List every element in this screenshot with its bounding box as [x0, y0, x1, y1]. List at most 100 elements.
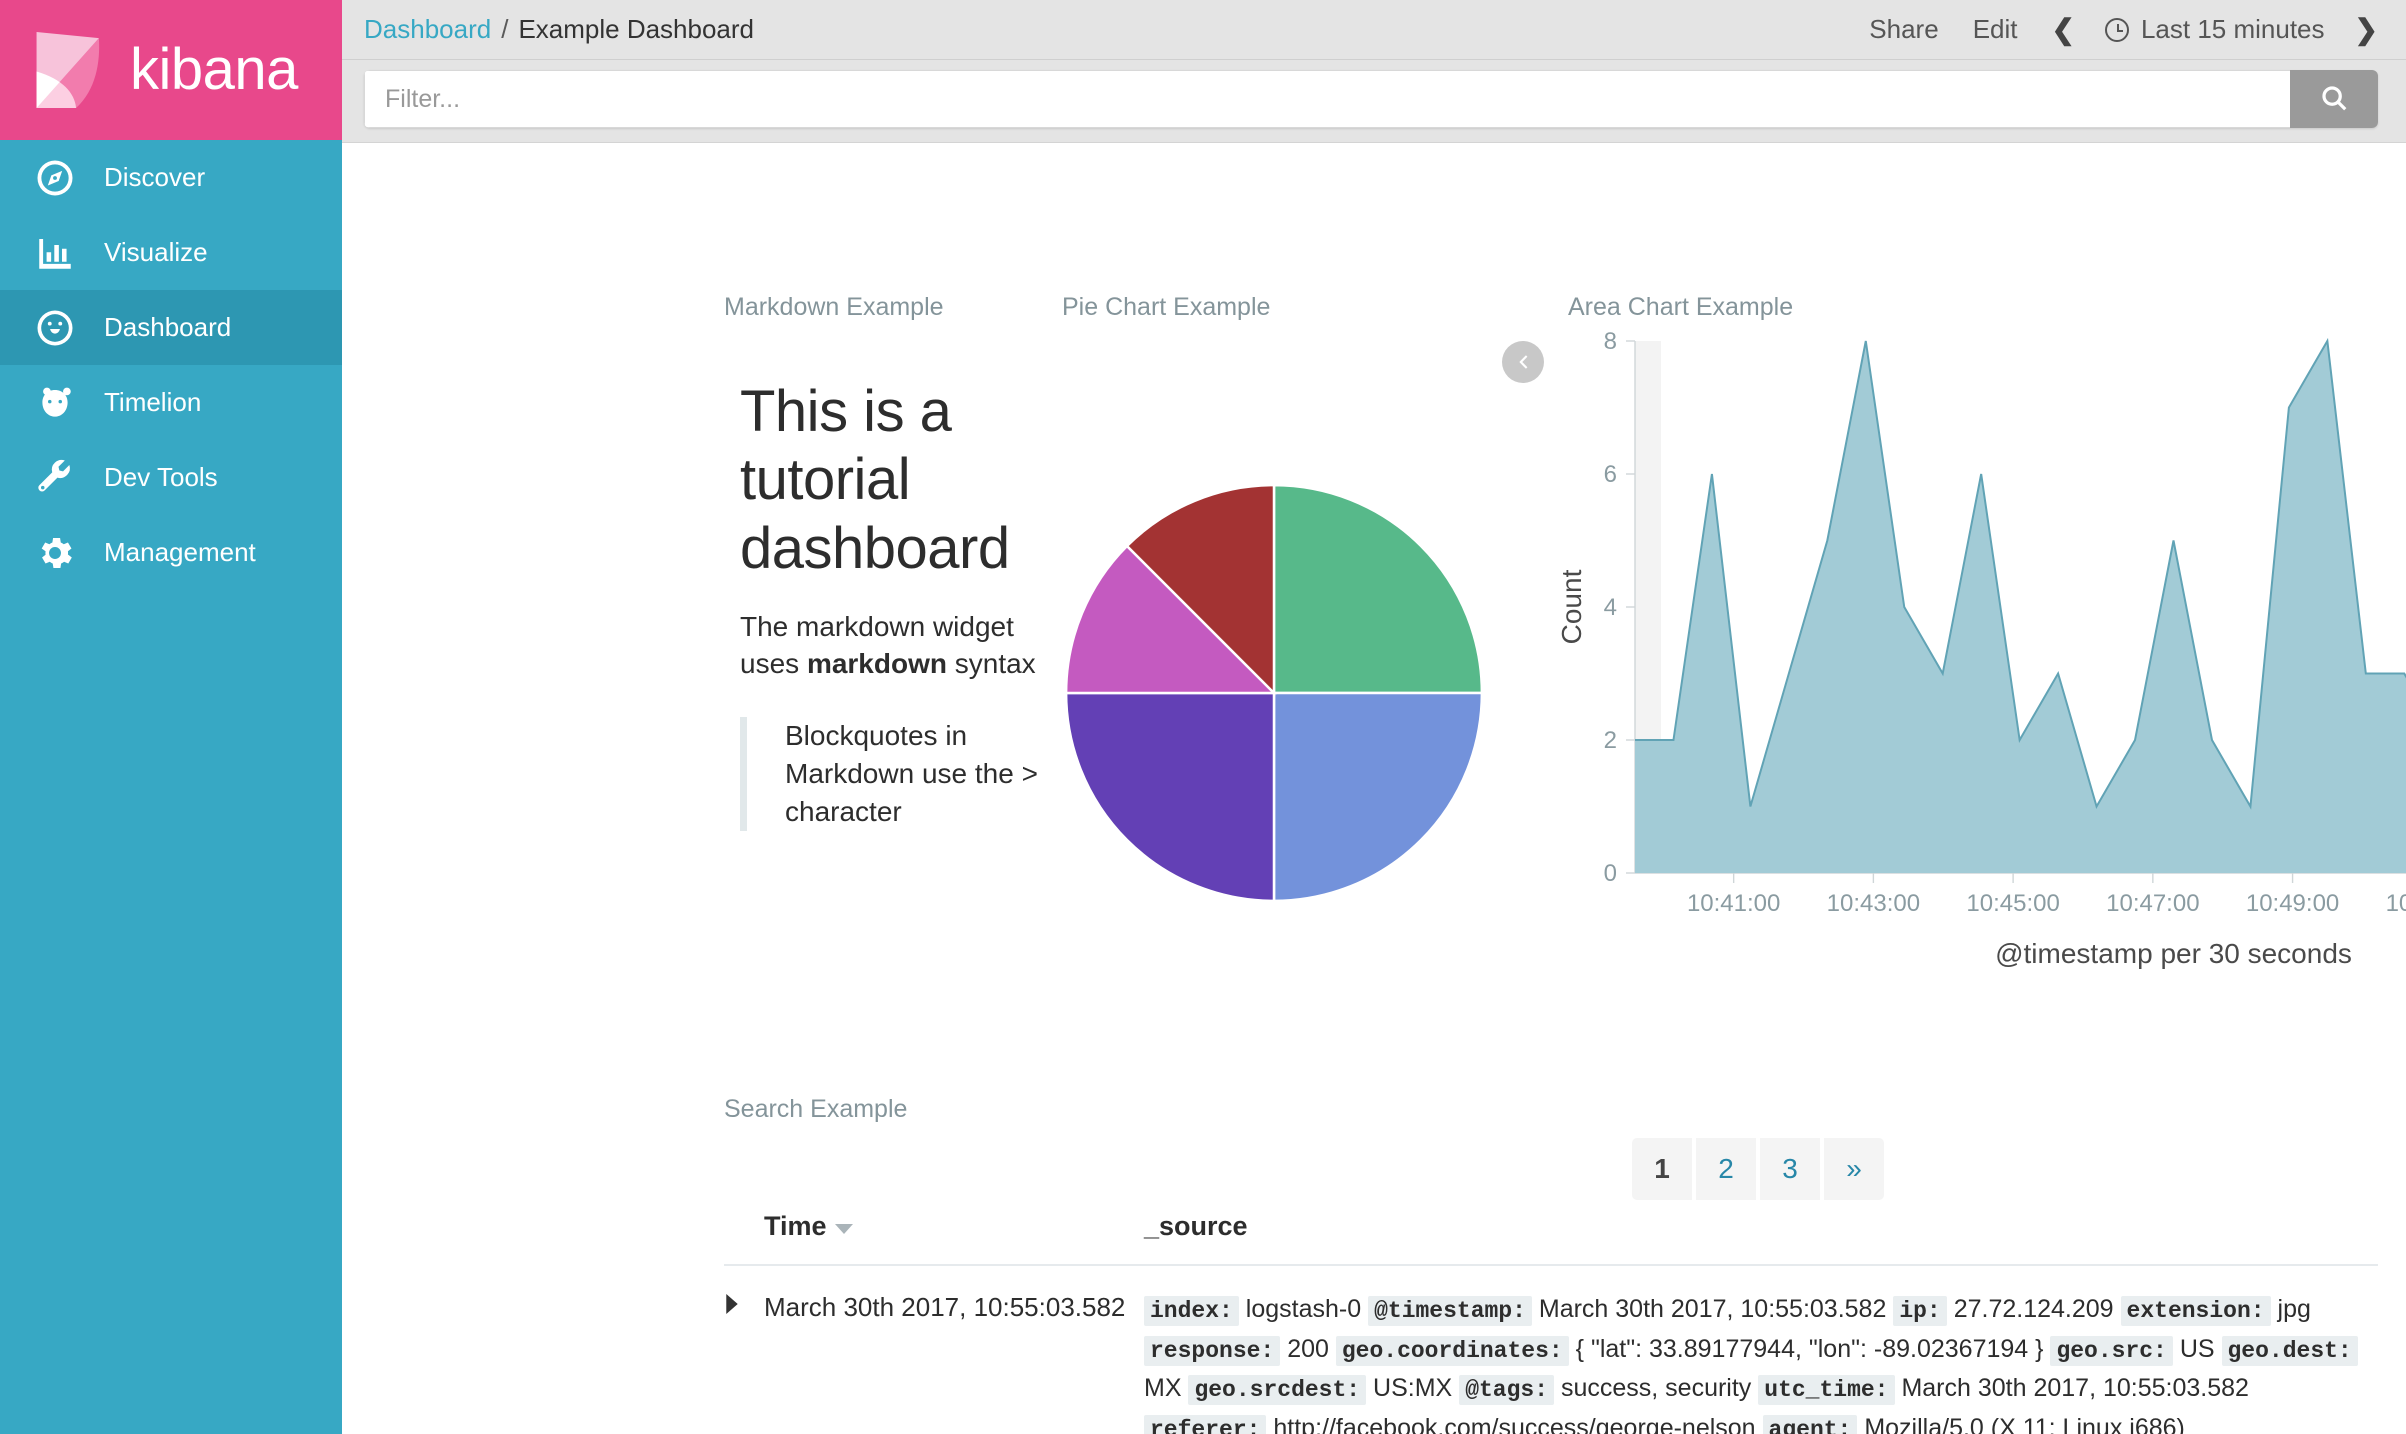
field-value: March 30th 2017, 10:55:03.582: [1538, 1295, 1887, 1323]
field-value: MX: [1144, 1374, 1182, 1402]
y-tick-label: 6: [1604, 461, 1617, 488]
filter-wrapper: [364, 70, 2378, 128]
cell-source: index: logstash-0 @timestamp: March 30th…: [1144, 1290, 2378, 1434]
markdown-widget: This is a tutorial dashboard The markdow…: [740, 378, 1070, 831]
search-icon: [2319, 83, 2349, 116]
breadcrumb-dashboard-link[interactable]: Dashboard: [364, 14, 491, 45]
pie-chart[interactable]: [1064, 483, 1484, 903]
search-input[interactable]: [364, 70, 2290, 128]
bear-icon: [32, 380, 78, 426]
field-key: geo.srcdest:: [1188, 1375, 1367, 1405]
markdown-blockquote: Blockquotes in Markdown use the > charac…: [740, 717, 1070, 831]
field-value: US:MX: [1373, 1374, 1453, 1402]
page-button-3[interactable]: 3: [1760, 1138, 1820, 1200]
topbar-actions: Share Edit ❮ Last 15 minutes ❯: [1869, 14, 2378, 45]
pie-slice[interactable]: [1272, 483, 1484, 695]
chevron-right-icon[interactable]: ❯: [2355, 15, 2378, 44]
field-key: extension:: [2120, 1296, 2271, 1326]
sidebar-item-dashboard[interactable]: Dashboard: [0, 290, 342, 365]
sidebar-item-visualize[interactable]: Visualize: [0, 215, 342, 290]
markdown-paragraph-bold: markdown: [806, 648, 947, 680]
search-button[interactable]: [2290, 70, 2378, 128]
sidebar: kibana Discover Visualize Dashboard Time: [0, 0, 342, 1434]
column-header-source[interactable]: _source: [1144, 1211, 1248, 1242]
y-tick-label: 0: [1604, 860, 1617, 887]
breadcrumb-separator: /: [501, 14, 509, 44]
main-area: Dashboard / Example Dashboard Share Edit…: [342, 0, 2406, 1434]
pie-slice[interactable]: [1064, 691, 1276, 903]
sidebar-item-management[interactable]: Management: [0, 515, 342, 590]
column-header-time[interactable]: Time: [764, 1211, 1144, 1242]
y-axis-title: Count: [1556, 569, 1587, 644]
panel-title-markdown: Markdown Example: [724, 293, 944, 321]
sidebar-item-timelion[interactable]: Timelion: [0, 365, 342, 440]
column-header-time-label: Time: [764, 1211, 827, 1241]
kibana-app: kibana Discover Visualize Dashboard Time: [0, 0, 2406, 1434]
documents-table: Time _source March 30th 2017, 10:55:03.5…: [724, 1211, 2378, 1434]
x-tick-label: 10:49:00: [2246, 890, 2339, 917]
panel-title-pie: Pie Chart Example: [1062, 293, 1271, 321]
page-title: Example Dashboard: [518, 14, 755, 44]
expand-row-button[interactable]: [724, 1290, 764, 1434]
x-tick-label: 10:51:00: [2386, 890, 2406, 917]
page-button-1[interactable]: 1: [1632, 1138, 1692, 1200]
field-key: geo.src:: [2050, 1335, 2173, 1366]
chevron-left-circle-icon[interactable]: [1502, 341, 1544, 383]
edit-button[interactable]: Edit: [1973, 14, 2018, 45]
page-button-2[interactable]: 2: [1696, 1138, 1756, 1200]
time-range-button[interactable]: Last 15 minutes: [2104, 14, 2325, 45]
x-axis-title: @timestamp per 30 seconds: [1995, 938, 2352, 969]
field-key: ip:: [1893, 1296, 1947, 1326]
area-fill[interactable]: [1635, 341, 2406, 873]
time-range-label: Last 15 minutes: [2140, 14, 2325, 44]
sidebar-item-label: Dashboard: [104, 312, 232, 342]
sidebar-item-label: Management: [104, 537, 256, 567]
field-value: March 30th 2017, 10:55:03.582: [1901, 1374, 2249, 1402]
field-value: success, security: [1560, 1374, 1752, 1402]
brand-name: kibana: [130, 37, 298, 102]
field-value: 27.72.124.209: [1953, 1295, 2114, 1323]
caret-right-icon: [724, 1294, 740, 1434]
y-tick-label: 2: [1604, 727, 1617, 754]
time-picker-group: ❮ Last 15 minutes ❯: [2052, 14, 2379, 45]
gear-icon: [32, 530, 78, 576]
field-key: utc_time:: [1758, 1375, 1895, 1405]
table-row[interactable]: March 30th 2017, 10:55:03.582 index: log…: [724, 1266, 2378, 1434]
panel-title-area: Area Chart Example: [1568, 293, 1794, 321]
page-next-button[interactable]: »: [1824, 1138, 1884, 1200]
field-key: geo.coordinates:: [1335, 1335, 1569, 1366]
field-key: referer:: [1144, 1414, 1267, 1434]
field-key: geo.dest:: [2221, 1335, 2358, 1366]
field-key: index:: [1144, 1296, 1239, 1326]
x-tick-label: 10:41:00: [1687, 890, 1780, 917]
field-value: US: [2179, 1334, 2215, 1363]
markdown-paragraph-suffix: syntax: [946, 648, 1036, 680]
x-tick-label: 10:45:00: [1966, 890, 2059, 917]
field-value: 200: [1287, 1334, 1329, 1363]
sidebar-item-discover[interactable]: Discover: [0, 140, 342, 215]
clock-icon: [2104, 17, 2129, 42]
kibana-logo-icon: [32, 32, 108, 108]
y-tick-label: 4: [1604, 594, 1617, 621]
sidebar-item-label: Discover: [104, 162, 206, 192]
column-header-source-label: _source: [1144, 1211, 1248, 1241]
markdown-paragraph: The markdown widget uses markdown syntax: [740, 609, 1070, 683]
wrench-icon: [32, 455, 78, 501]
y-tick-label: 8: [1604, 328, 1617, 355]
field-key: agent:: [1762, 1414, 1858, 1434]
bar-chart-icon: [32, 230, 78, 276]
brand-header[interactable]: kibana: [0, 0, 342, 140]
sidebar-item-dev-tools[interactable]: Dev Tools: [0, 440, 342, 515]
panel-title-search: Search Example: [724, 1095, 908, 1123]
sidebar-item-label: Dev Tools: [104, 462, 218, 492]
caret-down-icon: [834, 1223, 853, 1234]
compass-icon: [32, 155, 78, 201]
share-button[interactable]: Share: [1869, 14, 1938, 45]
pie-slice[interactable]: [1272, 691, 1484, 903]
chevron-left-icon[interactable]: ❮: [2052, 15, 2075, 44]
dashboard-icon: [32, 305, 78, 351]
area-chart[interactable]: 0 2 4 6 8 10:41:00 10:43:00 10:45:00 10:47:00 10:…: [1556, 328, 2406, 993]
table-header-row: Time _source: [724, 1211, 2378, 1266]
cell-time: March 30th 2017, 10:55:03.582: [764, 1292, 1126, 1322]
breadcrumb: Dashboard / Example Dashboard: [364, 14, 754, 45]
